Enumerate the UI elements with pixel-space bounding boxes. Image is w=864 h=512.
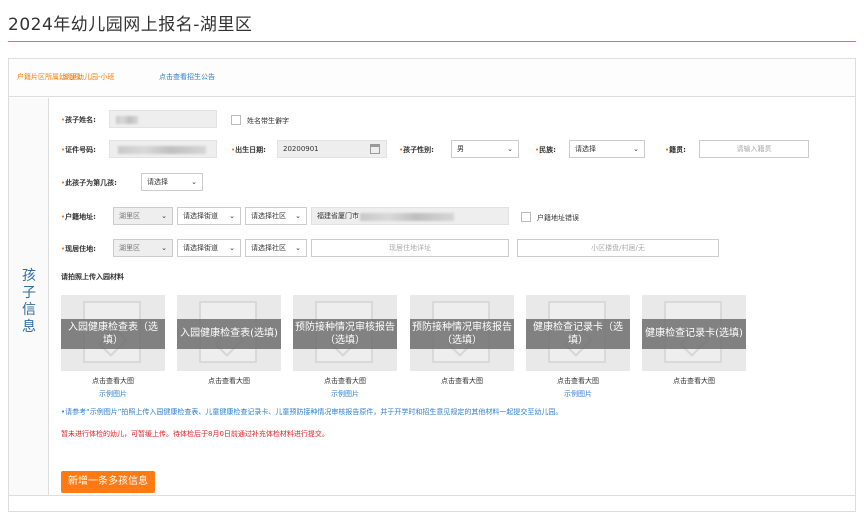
view-large-link[interactable]: 点击查看大图	[293, 376, 397, 386]
chevron-down-icon: ⌄	[229, 212, 235, 220]
title-divider	[8, 41, 856, 42]
announcement-link[interactable]: 点击查看招生公告	[159, 72, 215, 82]
calendar-icon[interactable]	[370, 144, 380, 154]
child-order-label: •此孩子为第几孩:	[61, 179, 117, 187]
household-district-value: 湖里区	[119, 212, 140, 220]
household-street-select[interactable]: 请选择街道 ⌄	[177, 207, 241, 225]
household-address-prefix: 福建省厦门市	[317, 212, 359, 220]
gender-value: 男	[457, 145, 464, 153]
section-title-char: 信	[22, 302, 36, 318]
section-sidebar: 孩 子 信 息	[9, 98, 49, 495]
birth-value: 20200901	[283, 145, 319, 153]
view-large-link[interactable]: 点击查看大图	[526, 376, 630, 386]
view-large-link[interactable]: 点击查看大图	[177, 376, 281, 386]
section-title-char: 子	[22, 285, 36, 301]
tile-label: 入园健康检查表（选 填）	[61, 319, 165, 349]
id-number-input[interactable]	[109, 140, 217, 158]
native-place-input[interactable]: 请输入籍贯	[699, 140, 809, 158]
chevron-down-icon: ⌄	[161, 244, 167, 252]
gender-select[interactable]: 男 ⌄	[451, 140, 519, 158]
example-image-link[interactable]: 示例图片	[526, 389, 630, 399]
household-street-value: 请选择街道	[183, 212, 218, 220]
section-title-char: 孩	[22, 268, 36, 284]
household-label: •户籍地址:	[61, 213, 96, 221]
notice-row: 户籍片区所属幼儿园: 湖里幼儿园-小班 点击查看招生公告	[9, 59, 855, 97]
section-title-char: 息	[22, 319, 36, 335]
upload-title: 请拍照上传入园材料	[61, 273, 124, 281]
household-address-input[interactable]: 福建省厦门市	[311, 207, 509, 225]
birth-input[interactable]: 20200901	[277, 140, 387, 158]
household-community-value: 请选择社区	[251, 212, 286, 220]
chevron-down-icon: ⌄	[191, 178, 197, 186]
upload-tile[interactable]: 健康检查记录卡(选填)	[642, 295, 746, 371]
child-order-value: 请选择	[147, 178, 168, 186]
section-title: 孩 子 信 息	[19, 268, 39, 336]
household-error-label: 户籍地址错误	[537, 214, 579, 222]
rare-char-label: 姓名带生僻字	[247, 117, 289, 125]
deferral-warning-note: 暂未进行体检的幼儿，可暂缓上传。待体检后于8月0日前通过补充体检材料进行提交。	[61, 430, 329, 438]
upload-tile[interactable]: 预防接种情况审核报告 （选填）	[410, 295, 514, 371]
ethnicity-label: •民族:	[535, 146, 556, 154]
upload-tile[interactable]: 健康检查记录卡（选 填）	[526, 295, 630, 371]
residence-district-value: 湖里区	[119, 244, 140, 252]
tile-label: 预防接种情况审核报告 （选填）	[293, 319, 397, 349]
add-child-button[interactable]: 新增一条多孩信息	[61, 471, 155, 493]
bottom-divider	[9, 495, 855, 496]
kindergarten-value: 湖里幼儿园-小班	[63, 73, 115, 81]
birth-label: •出生日期:	[231, 146, 266, 154]
tile-label: 健康检查记录卡(选填)	[642, 319, 746, 349]
upload-tile[interactable]: 预防接种情况审核报告 （选填）	[293, 295, 397, 371]
residence-community-select[interactable]: 请选择社区 ⌄	[245, 239, 307, 257]
tile-label: 健康检查记录卡（选 填）	[526, 319, 630, 349]
ethnicity-value: 请选择	[575, 145, 596, 153]
view-large-link[interactable]: 点击查看大图	[642, 376, 746, 386]
native-place-label: •籍贯:	[665, 146, 686, 154]
tile-label: 预防接种情况审核报告 （选填）	[410, 319, 514, 349]
view-large-link[interactable]: 点击查看大图	[61, 376, 165, 386]
household-community-select[interactable]: 请选择社区 ⌄	[245, 207, 307, 225]
residence-label: •现居住地:	[61, 245, 96, 253]
upload-instruction-note: •请参考“示例图片”拍照上传入园健康检查表、儿童健康检查记录卡、儿童预防接种情况…	[61, 408, 563, 416]
upload-tile[interactable]: 入园健康检查表(选填)	[177, 295, 281, 371]
residence-street-value: 请选择街道	[183, 244, 218, 252]
chevron-down-icon: ⌄	[633, 145, 639, 153]
residence-detail-input[interactable]: 现居住地详址	[311, 239, 509, 257]
child-name-input[interactable]	[109, 110, 217, 128]
registration-panel: 户籍片区所属幼儿园: 湖里幼儿园-小班 点击查看招生公告 孩 子 信 息 •孩子…	[8, 58, 856, 512]
id-number-label: •证件号码:	[61, 146, 96, 154]
ethnicity-select[interactable]: 请选择 ⌄	[569, 140, 645, 158]
chevron-down-icon: ⌄	[295, 244, 301, 252]
child-order-select[interactable]: 请选择 ⌄	[141, 173, 203, 191]
upload-tile[interactable]: 入园健康检查表（选 填）	[61, 295, 165, 371]
chevron-down-icon: ⌄	[161, 212, 167, 220]
page-title: 2024年幼儿园网上报名-湖里区	[8, 15, 253, 35]
gender-label: •孩子性别:	[399, 146, 434, 154]
chevron-down-icon: ⌄	[295, 212, 301, 220]
household-district-select[interactable]: 湖里区 ⌄	[113, 207, 173, 225]
residence-street-select[interactable]: 请选择街道 ⌄	[177, 239, 241, 257]
chevron-down-icon: ⌄	[507, 145, 513, 153]
child-name-label: •孩子姓名:	[61, 116, 96, 124]
example-image-link[interactable]: 示例图片	[61, 389, 165, 399]
example-image-link[interactable]: 示例图片	[293, 389, 397, 399]
rare-char-checkbox[interactable]	[231, 115, 241, 125]
tile-label: 入园健康检查表(选填)	[177, 319, 281, 349]
view-large-link[interactable]: 点击查看大图	[410, 376, 514, 386]
chevron-down-icon: ⌄	[229, 244, 235, 252]
residence-district-select[interactable]: 湖里区 ⌄	[113, 239, 173, 257]
household-error-checkbox[interactable]	[521, 212, 531, 222]
residence-community-value: 请选择社区	[251, 244, 286, 252]
residence-building-input[interactable]: 小区楼盘/村居/无	[517, 239, 719, 257]
